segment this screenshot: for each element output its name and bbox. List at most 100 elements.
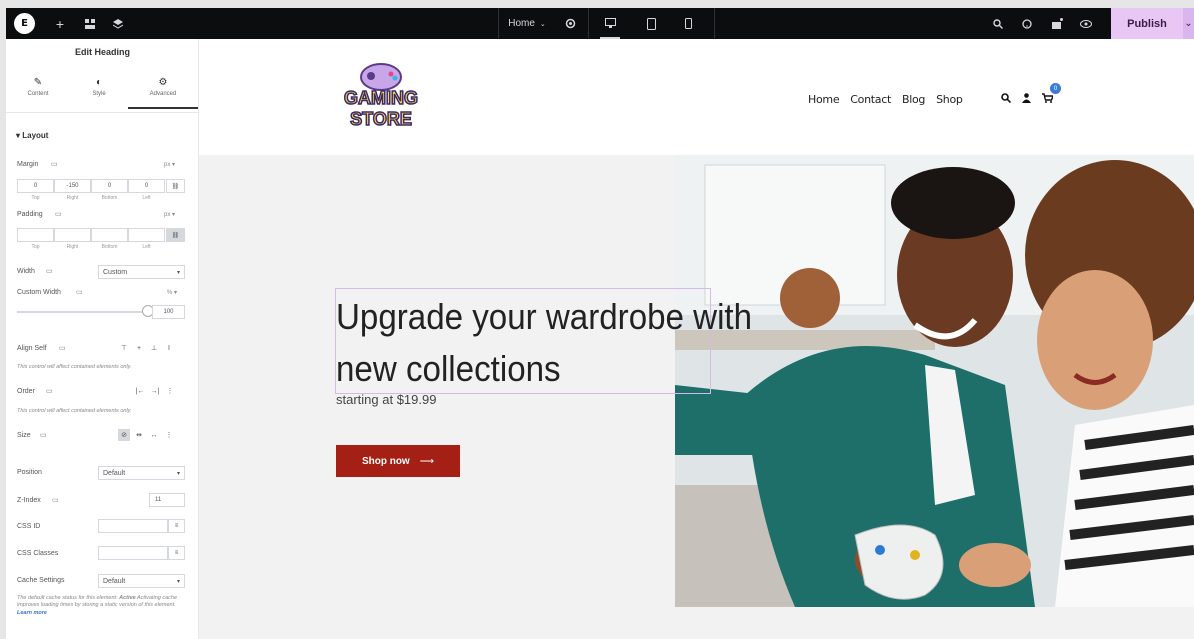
align-self-choices: ⊤ + ⊥ I: [118, 342, 175, 354]
position-select[interactable]: Default ▾: [98, 466, 185, 480]
align-start-icon[interactable]: ⊤: [118, 342, 130, 354]
cart-icon: [1042, 93, 1055, 103]
responsive-monitor-icon[interactable]: ▭: [55, 210, 62, 218]
chevron-down-icon: ▾: [176, 269, 180, 276]
tab-content[interactable]: ✎ Content: [8, 77, 68, 109]
search-icon[interactable]: [1001, 93, 1011, 103]
shop-now-label: Shop now: [361, 455, 410, 467]
cart-count-badge: 0: [1050, 83, 1061, 94]
custom-width-slider-track[interactable]: [17, 311, 147, 313]
responsive-monitor-icon[interactable]: ▭: [40, 431, 47, 439]
padding-unit-select[interactable]: px ▾: [164, 211, 175, 218]
nav-link-shop[interactable]: Shop: [936, 93, 963, 106]
page-selector[interactable]: Home ⌄: [504, 8, 550, 39]
svg-text:STORE: STORE: [350, 109, 412, 129]
custom-width-input[interactable]: 100: [152, 305, 185, 319]
responsive-monitor-icon[interactable]: ▭: [52, 496, 59, 504]
margin-top-input[interactable]: 0: [17, 179, 54, 193]
add-element-icon[interactable]: +: [52, 8, 68, 39]
padding-label: Padding: [17, 211, 43, 218]
padding-left-input[interactable]: [128, 228, 165, 242]
section-layout-toggle[interactable]: ▾ Layout: [16, 131, 48, 140]
align-self-label: Align Self: [17, 345, 47, 352]
tab-advanced[interactable]: ⚙ Advanced: [128, 77, 198, 109]
custom-width-unit-select[interactable]: % ▾: [167, 289, 177, 296]
size-shrink-icon[interactable]: ↔: [148, 429, 160, 441]
publish-button[interactable]: Publish: [1111, 8, 1183, 39]
mobile-view-icon[interactable]: [682, 8, 694, 39]
order-first-icon[interactable]: |←: [134, 385, 146, 397]
page-settings-icon[interactable]: [562, 8, 578, 39]
edit-panel: Edit Heading ✎ Content ◐ Style ⚙ Advance…: [6, 39, 199, 639]
chevron-down-icon: ▾: [176, 470, 180, 477]
chevron-down-icon: ⌄: [539, 20, 546, 28]
panel-title: Edit Heading: [74, 47, 130, 57]
zindex-input[interactable]: 11: [149, 493, 185, 507]
align-center-icon[interactable]: +: [133, 342, 145, 354]
dynamic-tags-icon[interactable]: ≡: [168, 546, 185, 560]
dynamic-tags-icon[interactable]: ≡: [168, 519, 185, 533]
size-grow-icon[interactable]: ⇹: [133, 429, 145, 441]
css-classes-label: CSS Classes: [17, 550, 59, 557]
more-options-icon[interactable]: ⋮: [163, 429, 175, 441]
margin-bottom-input[interactable]: 0: [91, 179, 128, 193]
responsive-monitor-icon[interactable]: ▭: [46, 267, 53, 275]
padding-right-input[interactable]: [54, 228, 91, 242]
search-icon[interactable]: [991, 8, 1005, 39]
structure-icon[interactable]: [82, 8, 98, 39]
svg-text:GAMING: GAMING: [344, 88, 418, 108]
align-self-note: This control will affect contained eleme…: [17, 364, 132, 370]
order-note: This control will affect contained eleme…: [17, 408, 132, 414]
shop-now-button[interactable]: Shop now ⟶: [336, 445, 460, 477]
responsive-monitor-icon[interactable]: ▭: [46, 387, 53, 395]
learn-more-link[interactable]: Learn more: [17, 610, 47, 616]
desktop-view-icon[interactable]: [600, 8, 620, 39]
link-values-icon[interactable]: ⛓: [166, 179, 185, 193]
margin-right-input[interactable]: -150: [54, 179, 91, 193]
topbar-divider: [498, 8, 499, 39]
gaming-store-logo[interactable]: GAMING STORE: [333, 61, 429, 133]
chevron-down-icon[interactable]: ⌄: [1183, 8, 1194, 39]
pencil-icon: ✎: [33, 77, 43, 88]
order-last-icon[interactable]: →|: [149, 385, 161, 397]
width-select[interactable]: Custom ▾: [98, 265, 185, 279]
cache-settings-select[interactable]: Default ▾: [98, 574, 185, 588]
whats-new-gift-icon[interactable]: [1049, 8, 1065, 39]
hero-heading[interactable]: Upgrade your wardrobe with new collectio…: [336, 291, 796, 395]
nav-link-home[interactable]: Home: [808, 93, 840, 106]
responsive-monitor-icon[interactable]: ▭: [51, 160, 58, 168]
tablet-view-icon[interactable]: [644, 8, 658, 39]
layers-icon[interactable]: [110, 8, 126, 39]
css-classes-input[interactable]: [98, 546, 168, 560]
more-options-icon[interactable]: ⋮: [164, 385, 176, 397]
link-values-icon[interactable]: ⛓: [166, 228, 185, 242]
position-label: Position: [17, 469, 42, 476]
size-none-icon[interactable]: ⊘: [118, 429, 130, 441]
elementor-logo-button[interactable]: E: [14, 13, 35, 34]
nav-link-contact[interactable]: Contact: [850, 93, 891, 106]
gear-icon: ⚙: [158, 77, 168, 88]
help-icon[interactable]: [1020, 8, 1034, 39]
order-label: Order: [17, 388, 35, 395]
cart-button[interactable]: 0: [1042, 83, 1061, 105]
tab-style[interactable]: ◐ Style: [69, 77, 129, 109]
padding-top-input[interactable]: [17, 228, 54, 242]
margin-left-input[interactable]: 0: [128, 179, 165, 193]
css-id-input[interactable]: [98, 519, 168, 533]
responsive-monitor-icon[interactable]: ▭: [59, 344, 66, 352]
order-choices: |← →| ⋮: [134, 385, 176, 397]
align-end-icon[interactable]: ⊥: [148, 342, 160, 354]
page-canvas: GAMING STORE Home Contact Blog Shop 0 Up…: [199, 39, 1194, 639]
align-stretch-icon[interactable]: I: [163, 342, 175, 354]
preview-eye-icon[interactable]: [1079, 8, 1093, 39]
hero-subheading[interactable]: starting at $19.99: [336, 392, 436, 407]
nav-link-blog[interactable]: Blog: [902, 93, 925, 106]
account-icon[interactable]: [1022, 93, 1031, 103]
padding-bottom-input[interactable]: [91, 228, 128, 242]
editor-topbar: E + Home ⌄ Publish ⌄: [6, 8, 1194, 39]
responsive-monitor-icon[interactable]: ▭: [76, 288, 83, 296]
margin-label: Margin: [17, 161, 39, 168]
contrast-icon: ◐: [95, 77, 103, 88]
site-nav: Home Contact Blog Shop: [808, 93, 963, 106]
margin-unit-select[interactable]: px ▾: [164, 161, 175, 168]
